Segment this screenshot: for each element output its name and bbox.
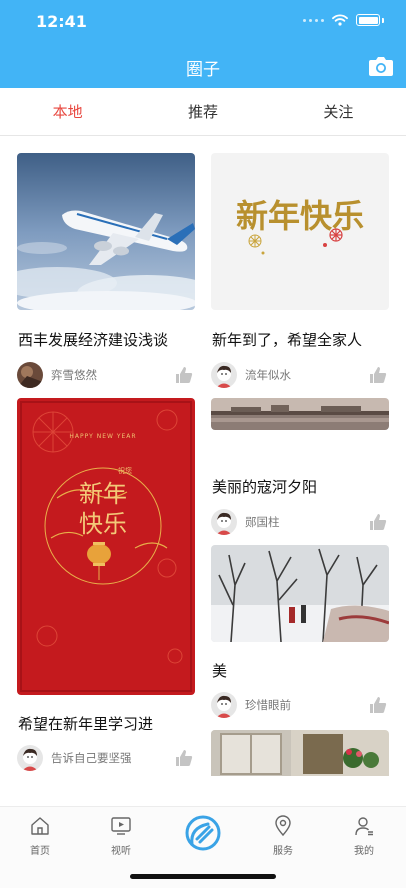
circle-center-icon[interactable] <box>184 814 222 852</box>
post-author[interactable]: 郧国柱 <box>245 514 369 530</box>
signal-icon <box>303 18 324 22</box>
card-header-text: HAPPY NEW YEAR <box>69 433 136 440</box>
nav-home-label: 首页 <box>30 846 50 857</box>
page-title: 圈子 <box>186 60 220 80</box>
status-time: 12:41 <box>36 12 87 31</box>
app-header: 12:41 圈子 <box>0 0 406 88</box>
post-author[interactable]: 弈雪悠然 <box>51 367 175 383</box>
wifi-icon <box>332 14 348 26</box>
post-author-row: 流年似水 <box>211 361 389 389</box>
post-title: 新年到了，希望全家人 <box>212 331 363 349</box>
battery-cap <box>382 17 384 23</box>
nav-tv-label: 视听 <box>111 846 131 857</box>
post-author[interactable]: 告诉自己要坚强 <box>51 750 175 766</box>
post-title: 美丽的寇河夕阳 <box>212 478 318 496</box>
flower-window-photo <box>211 730 389 776</box>
snow-trees-photo <box>211 545 389 642</box>
tab-recommend[interactable]: 推荐 <box>135 88 270 135</box>
nav-service-label: 服务 <box>273 846 293 857</box>
post-author-row: 郧国柱 <box>211 508 389 536</box>
post-author[interactable]: 流年似水 <box>245 367 369 383</box>
post-author-row: 珍惜眼前 <box>211 691 389 719</box>
tab-local[interactable]: 本地 <box>0 88 135 135</box>
home-indicator <box>130 874 276 879</box>
camera-icon[interactable] <box>368 55 394 77</box>
tab-follow[interactable]: 关注 <box>271 88 406 135</box>
nav-profile-label: 我的 <box>354 846 374 857</box>
battery-icon <box>356 14 380 26</box>
airplane-photo <box>17 153 195 310</box>
thumbs-up-icon[interactable] <box>369 513 387 531</box>
status-icons <box>303 14 384 26</box>
tv-icon <box>111 817 131 835</box>
post-author-row: 弈雪悠然 <box>17 361 195 389</box>
avatar[interactable] <box>211 362 237 388</box>
card-small-text: 祝您 <box>118 466 132 475</box>
post-title: 希望在新年里学习进 <box>18 715 154 733</box>
avatar[interactable] <box>17 362 43 388</box>
card-line2-text: 快乐 <box>79 510 127 538</box>
greeting-image-text: 新年快乐 <box>236 197 364 235</box>
avatar[interactable] <box>211 692 237 718</box>
profile-icon <box>355 817 373 836</box>
new-year-card: HAPPY NEW YEAR 祝您 新年 快乐 <box>17 398 195 695</box>
home-icon <box>31 817 49 835</box>
thumbs-up-icon[interactable] <box>369 696 387 714</box>
new-year-greeting: 新年快乐 <box>211 153 389 310</box>
nav-tv[interactable]: 视听 <box>91 815 151 857</box>
post-title: 西丰发展经济建设浅谈 <box>18 331 169 349</box>
thumbs-up-icon[interactable] <box>175 366 193 384</box>
avatar[interactable] <box>17 745 43 771</box>
thumbs-up-icon[interactable] <box>369 366 387 384</box>
avatar[interactable] <box>211 509 237 535</box>
post-author-row: 告诉自己要坚强 <box>17 744 195 772</box>
post-title: 美 <box>212 662 228 680</box>
post-author[interactable]: 珍惜眼前 <box>245 697 369 713</box>
card-line1-text: 新年 <box>79 480 127 508</box>
river-sunset-photo <box>211 398 389 430</box>
nav-profile[interactable]: 我的 <box>334 815 394 857</box>
tab-bar: 本地 推荐 关注 <box>0 88 406 136</box>
thumbs-up-icon[interactable] <box>175 749 193 767</box>
nav-home[interactable]: 首页 <box>10 815 70 857</box>
location-icon <box>275 815 291 837</box>
nav-service[interactable]: 服务 <box>253 815 313 857</box>
